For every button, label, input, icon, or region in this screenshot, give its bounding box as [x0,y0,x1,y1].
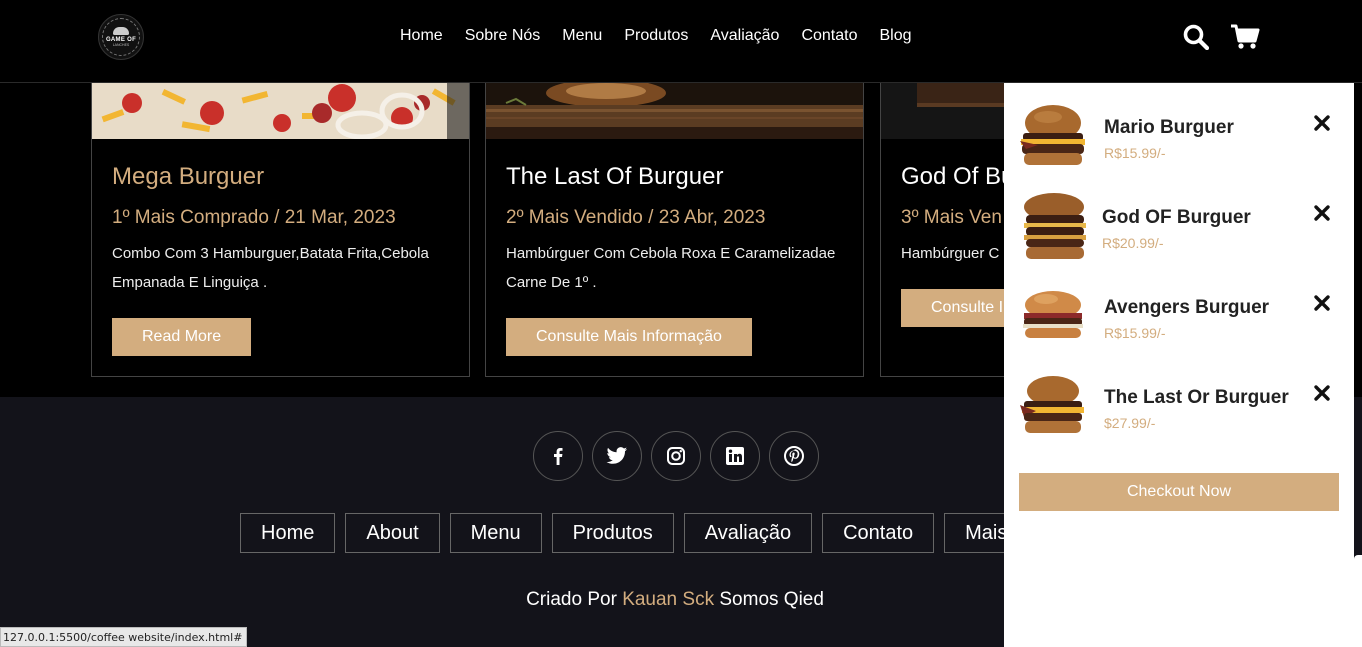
close-icon[interactable] [1312,203,1332,223]
blog-card-1: Mega Burguer 1º Mais Comprado / 21 Mar, … [91,83,470,377]
footer-link-avaliacao[interactable]: Avaliação [683,513,813,553]
nav-sobre-nos[interactable]: Sobre Nós [454,26,552,46]
status-bar-url: 127.0.0.1:5500/coffee website/index.html… [0,627,248,647]
cart-panel: Mario Burguer R$15.99/- God OF Burguer R… [1004,83,1354,647]
cart-item: Avengers Burguer R$15.99/- [1004,271,1354,361]
burger-thumbnail [1020,105,1085,165]
cart-item-price: R$15.99/- [1104,325,1166,341]
nav-menu[interactable]: Menu [551,26,613,46]
nav-contato[interactable]: Contato [790,26,868,46]
footer-link-about[interactable]: About [345,513,440,553]
credit-author[interactable]: Kauan Sck [622,589,714,610]
header: GAME OF LANCHES Home Sobre Nós Menu Prod… [0,0,1362,83]
logo[interactable]: GAME OF LANCHES [98,14,144,60]
burger-thumbnail [1023,291,1083,338]
card-title: Mega Burguer [112,163,265,190]
cart-item-name: The Last Or Burguer [1104,387,1289,408]
cart-item-name: Avengers Burguer [1104,297,1270,318]
nav-blog[interactable]: Blog [869,26,923,46]
card-image-burger-board [486,83,863,139]
card-meta: 3º Mais Ven [901,207,1002,228]
cart-item: The Last Or Burguer $27.99/- [1004,361,1354,451]
close-icon[interactable] [1312,113,1332,133]
footer-link-home[interactable]: Home [240,513,336,553]
linkedin-icon[interactable] [710,431,760,481]
nav-avaliacao[interactable]: Avaliação [699,26,790,46]
instagram-icon[interactable] [651,431,701,481]
read-more-button[interactable]: Read More [112,318,252,356]
checkout-button[interactable]: Checkout Now [1019,473,1339,511]
main-nav: Home Sobre Nós Menu Produtos Avaliação C… [389,26,923,46]
cart-item: God OF Burguer R$20.99/- [1004,181,1354,271]
facebook-icon[interactable] [533,431,583,481]
nav-home[interactable]: Home [389,26,454,46]
cart-item-name: God OF Burguer [1102,207,1251,228]
card-description: Hambúrguer Com Cebola Roxa E Caramelizad… [506,245,836,291]
close-icon[interactable] [1312,293,1332,313]
scrollbar[interactable] [1354,555,1362,647]
nav-produtos[interactable]: Produtos [613,26,699,46]
card-image-fries [92,83,469,139]
card-description: Combo Com 3 Hamburguer,Batata Frita,Cebo… [112,245,429,291]
logo-subtitle: LANCHES [112,43,130,47]
twitter-icon[interactable] [592,431,642,481]
card-meta: 2º Mais Vendido / 23 Abr, 2023 [506,207,766,228]
card-title: The Last Of Burguer [506,163,724,190]
pinterest-icon[interactable] [769,431,819,481]
credit-prefix: Criado Por [526,589,617,610]
burger-thumbnail [1020,376,1084,433]
burger-thumbnail [1024,193,1086,259]
logo-emblem: GAME OF LANCHES [102,18,140,56]
cart-item-price: $27.99/- [1104,415,1156,431]
footer-link-produtos[interactable]: Produtos [551,513,674,553]
footer-link-menu[interactable]: Menu [449,513,542,553]
social-links [533,431,819,481]
logo-burger-icon [113,27,129,35]
close-icon[interactable] [1312,383,1332,403]
card-meta: 1º Mais Comprado / 21 Mar, 2023 [112,207,396,228]
cart-item-price: R$20.99/- [1102,235,1164,251]
footer-links: Home About Menu Produtos Avaliação Conta… [240,513,1029,553]
cart-item-name: Mario Burguer [1104,117,1234,138]
footer-link-contato[interactable]: Contato [822,513,935,553]
credit-suffix: Somos Qied [719,589,824,610]
cart-item: Mario Burguer R$15.99/- [1004,91,1354,181]
card-title: God Of Bu [901,163,1015,190]
cart-icon[interactable] [1230,22,1260,52]
blog-card-2: The Last Of Burguer 2º Mais Vendido / 23… [485,83,864,377]
more-info-button[interactable]: Consulte Mais Informação [506,318,752,356]
search-icon[interactable] [1181,22,1211,52]
cart-item-price: R$15.99/- [1104,145,1166,161]
